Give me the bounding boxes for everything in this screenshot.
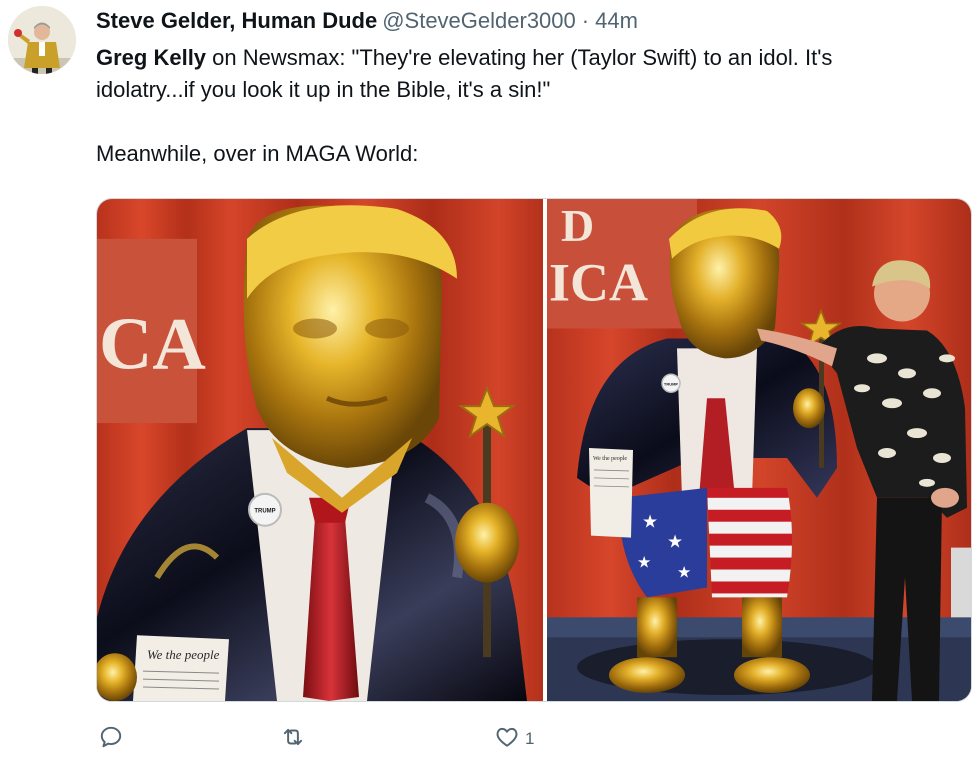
photo-1-sign-text: CA [99,302,206,384]
tweet-text-line-1: Greg Kelly on Newsmax: "They're elevatin… [96,42,976,74]
svg-text:★: ★ [637,555,651,572]
photo-2-sign-text-top: D [561,200,594,251]
retweet-button[interactable] [280,722,306,756]
header-separator: · [581,8,590,33]
photo-2-image: D ICA ★ ★ ★ ★ TRUMP We the people [547,199,971,701]
reply-icon [98,724,124,755]
tweet-timestamp[interactable]: 44m [595,8,638,33]
retweet-icon [280,724,306,755]
photo-1-paper-text: We the people [147,647,220,662]
tweet-text: Greg Kelly on Newsmax: "They're elevatin… [96,42,976,170]
tweet-text-line-1-rest: on Newsmax: "They're elevating her (Tayl… [206,45,833,70]
heart-icon [494,724,520,755]
tweet-text-line-2: idolatry...if you look it up in the Bibl… [96,77,551,102]
photo-2-badge-text: TRUMP [664,381,679,386]
svg-text:★: ★ [642,512,658,532]
tweet-text-line-3: Meanwhile, over in MAGA World: [96,141,419,166]
quoted-person: Greg Kelly [96,45,207,70]
media-grid: CA TRUMP We the people D ICA ★ ★ ★ ★ TRU… [96,198,972,702]
like-count: 1 [525,729,535,748]
tweet-actions: 1 [96,722,976,756]
author-name[interactable]: Steve Gelder, Human Dude [96,8,377,33]
photo-2-paper-text: We the people [593,456,627,462]
avatar[interactable] [8,6,76,74]
photo-2[interactable]: D ICA ★ ★ ★ ★ TRUMP We the people [547,199,971,701]
author-handle[interactable]: @SteveGelder3000 [382,8,576,33]
like-button[interactable]: 1 [494,722,534,756]
photo-1[interactable]: CA TRUMP We the people [97,199,543,701]
avatar-image [8,6,76,74]
reply-button[interactable] [98,722,124,756]
tweet-header: Steve Gelder, Human Dude @SteveGelder3000… [96,6,638,36]
tweet[interactable]: Steve Gelder, Human Dude @SteveGelder3000… [0,0,980,757]
svg-text:★: ★ [677,565,691,582]
photo-1-badge-text: TRUMP [254,509,275,515]
photo-1-image: CA TRUMP We the people [97,199,543,701]
photo-2-sign-text-bottom: ICA [549,253,648,313]
svg-text:★: ★ [667,532,683,552]
